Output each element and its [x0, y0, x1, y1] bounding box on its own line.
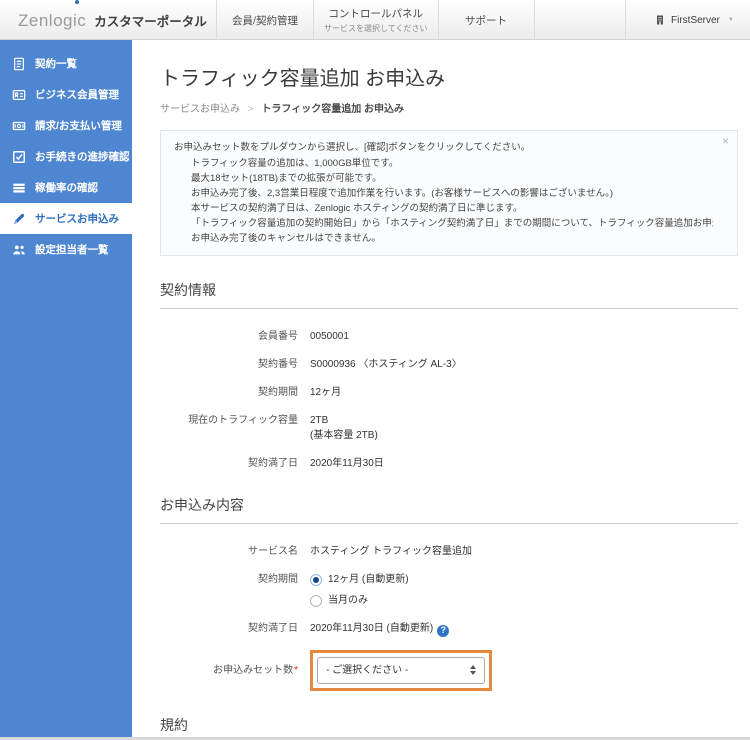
select-stepper-icon — [470, 665, 476, 675]
app-logo[interactable]: Zenlogic カスタマーポータル — [18, 0, 207, 40]
field-row-set-count: お申込みセット数* - ご選択ください - — [160, 649, 738, 691]
header-nav: 会員/契約管理 コントロールパネル サービスを選択してください サポート — [216, 0, 535, 40]
logo-subtitle: カスタマーポータル — [94, 15, 207, 29]
notice-box: × お申込みセット数をプルダウンから選択し、[確認]ボタンをクリックしてください… — [160, 130, 738, 256]
people-icon — [13, 244, 25, 254]
contract-info-rows: 会員番号 0050001 契約番号 S0000936 〈ホスティング AL-3〉… — [160, 329, 738, 471]
section-heading-application: お申込み内容 — [160, 495, 738, 524]
main-content: トラフィック容量追加 お申込み サービスお申込み > トラフィック容量追加 お申… — [132, 40, 750, 737]
sidebar-item-service-application[interactable]: サービスお申込み — [0, 203, 132, 234]
notice-bullet: 最大18セット(18TB)までの拡張が可能です。 — [191, 171, 713, 186]
page-title: トラフィック容量追加 お申込み — [160, 68, 446, 90]
notice-bullet: 本サービスの契約満了日は、Zenlogic ホスティングの契約満了日に準じます。 — [191, 201, 713, 216]
pen-icon — [14, 213, 25, 224]
notice-bullet-list: トラフィック容量の追加は、1,000GB単位です。 最大18セット(18TB)ま… — [174, 156, 713, 246]
user-menu[interactable]: FirstServer ▼ — [625, 0, 750, 40]
sidebar-item-contracts[interactable]: 契約一覧 — [0, 48, 132, 79]
sidebar: 契約一覧 ビジネス会員管理 請求/お支払い管理 お手続きの進捗確認 稼働率の確認… — [0, 40, 132, 737]
field-row-application-period: 契約期間 12ヶ月 (自動更新) 当月のみ — [258, 572, 409, 608]
breadcrumb-parent-link[interactable]: サービスお申込み — [160, 104, 240, 115]
nav-item-member-contract[interactable]: 会員/契約管理 — [216, 0, 313, 40]
field-row-member-number: 会員番号 0050001 — [258, 331, 349, 342]
help-icon[interactable]: ? — [437, 624, 450, 637]
field-row-contract-period: 契約期間 12ヶ月 — [258, 387, 342, 398]
sidebar-item-progress-check[interactable]: お手続きの進捗確認 — [0, 141, 132, 172]
breadcrumb-current: トラフィック容量追加 お申込み — [261, 104, 404, 115]
application-rows: サービス名 ホスティング トラフィック容量追加 契約期間 12ヶ月 (自動更新)… — [160, 544, 738, 691]
breadcrumb: サービスお申込み > トラフィック容量追加 お申込み — [160, 100, 738, 115]
notice-bullet: お申込み完了後、2,3営業日程度で追加作業を行います。(お客様サービスへの影響は… — [191, 186, 713, 201]
radio-button-current-month[interactable] — [310, 594, 322, 607]
radio-button-12months[interactable] — [310, 573, 322, 586]
app-header: Zenlogic カスタマーポータル 会員/契約管理 コントロールパネル サービ… — [0, 0, 750, 40]
field-row-current-traffic: 現在のトラフィック容量 2TB (基本容量 2TB) — [188, 415, 378, 441]
breadcrumb-separator: > — [247, 104, 254, 115]
list-bars-icon — [13, 183, 25, 193]
radio-option-current-month: 当月のみ — [310, 593, 409, 608]
checkbox-icon — [13, 150, 25, 163]
radio-option-12months: 12ヶ月 (自動更新) — [310, 572, 409, 587]
notice-bullet: お申込み完了後のキャンセルはできません。 — [191, 231, 713, 246]
set-count-select[interactable]: - ご選択ください - — [317, 656, 485, 684]
sidebar-item-uptime[interactable]: 稼働率の確認 — [0, 172, 132, 203]
field-row-contract-expiry: 契約満了日 2020年11月30日 — [248, 458, 384, 469]
bill-icon — [12, 121, 26, 130]
sidebar-item-billing[interactable]: 請求/お支払い管理 — [0, 110, 132, 141]
section-heading-terms: 規約 — [160, 715, 738, 738]
field-row-application-expiry: 契約満了日 2020年11月30日 (自動更新)? — [160, 621, 738, 637]
set-count-highlight: - ご選択ください - — [310, 649, 492, 691]
required-mark: * — [294, 664, 298, 676]
sidebar-item-business-members[interactable]: ビジネス会員管理 — [0, 79, 132, 110]
notice-intro: お申込みセット数をプルダウンから選択し、[確認]ボタンをクリックしてください。 — [174, 142, 531, 153]
field-row-service-name: サービス名 ホスティング トラフィック容量追加 — [248, 546, 472, 557]
notice-bullet: 「トラフィック容量追加の契約開始日」から「ホスティング契約満了日」までの期間につ… — [191, 216, 713, 231]
notice-bullet: トラフィック容量の追加は、1,000GB単位です。 — [191, 156, 713, 171]
document-icon — [14, 57, 24, 70]
section-heading-contract-info: 契約情報 — [160, 280, 738, 309]
nav-item-support[interactable]: サポート — [437, 0, 535, 40]
organization-icon — [657, 15, 663, 25]
chevron-down-icon: ▼ — [727, 17, 734, 23]
logo-dots-icon — [73, 0, 85, 5]
nav-item-control-panel[interactable]: コントロールパネル サービスを選択してください — [313, 0, 438, 40]
user-name: FirstServer — [671, 14, 720, 26]
field-row-contract-number: 契約番号 S0000936 〈ホスティング AL-3〉 — [258, 359, 462, 370]
sidebar-item-admin-contacts[interactable]: 設定担当者一覧 — [0, 234, 132, 265]
id-card-icon — [12, 89, 26, 100]
logo-text: Zenlogic — [18, 11, 87, 30]
close-icon[interactable]: × — [722, 135, 729, 147]
